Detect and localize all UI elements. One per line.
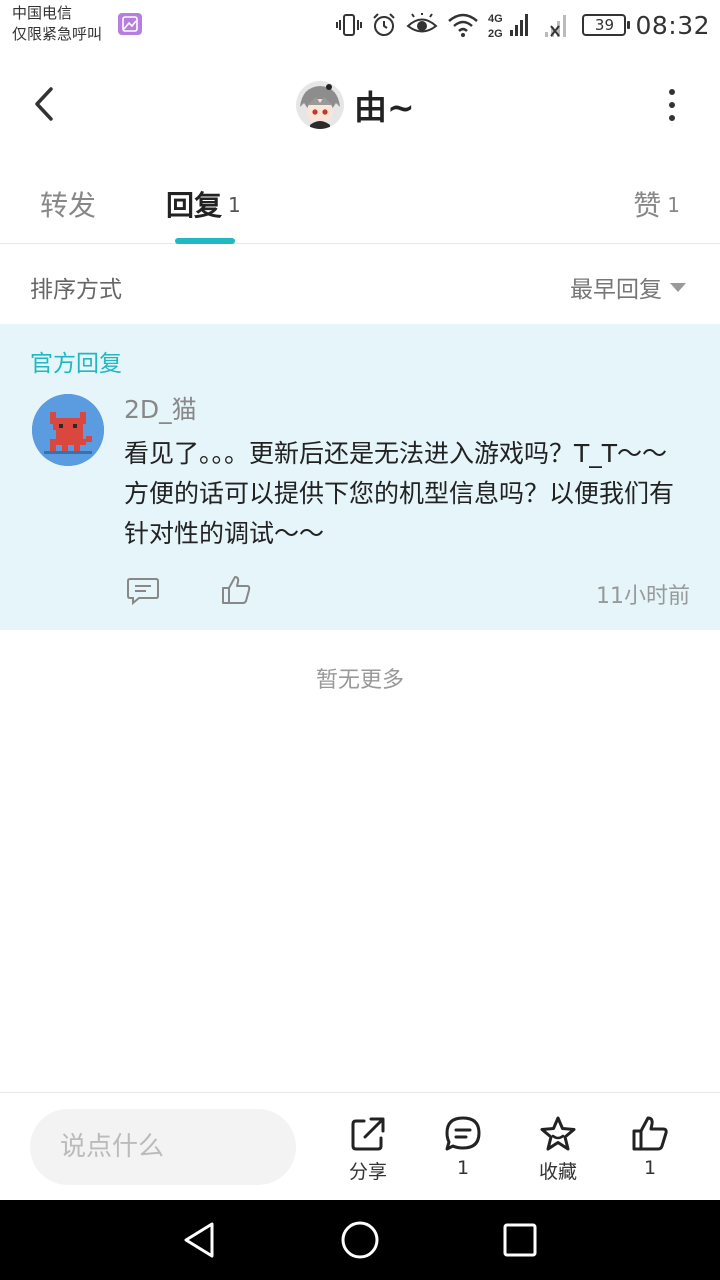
like-button[interactable]: 1 — [615, 1115, 685, 1179]
sort-dropdown[interactable]: 最早回复 — [570, 270, 686, 304]
reply-content: 看见了。。。更新后还是无法进入游戏吗？T_T～～方便的话可以提供下您的机型信息吗… — [124, 439, 675, 548]
page-header: 由~ — [0, 58, 720, 150]
tab-reply-count: 1 — [228, 193, 241, 217]
reply-comment-button[interactable] — [126, 576, 160, 606]
reply-page: 中国电信 仅限紧急呼叫 4G 2G 39 08:32 由~ 转发 回复 1 赞 … — [0, 0, 720, 1280]
alarm-icon — [373, 13, 396, 36]
more-dot-icon — [669, 115, 675, 121]
bottom-action-bar: 说点什么 分享 1 收藏 1 — [0, 1092, 720, 1200]
status-time: 08:32 — [635, 10, 710, 40]
status-bar: 中国电信 仅限紧急呼叫 4G 2G 39 08:32 — [0, 0, 720, 50]
more-options-button[interactable] — [660, 84, 684, 126]
anime-avatar-icon — [296, 81, 344, 129]
reply-like-button[interactable] — [220, 574, 252, 606]
sort-label: 排序方式 — [30, 277, 122, 303]
sort-row: 排序方式 最早回复 — [0, 244, 720, 324]
nav-recent-apps-icon[interactable] — [500, 1220, 540, 1260]
share-button[interactable]: 分享 — [333, 1115, 403, 1184]
network-top-label: 4G — [488, 13, 503, 25]
carrier-name: 中国电信 — [12, 4, 73, 22]
carrier-status: 仅限紧急呼叫 — [12, 25, 103, 43]
tab-like-count: 1 — [667, 193, 680, 217]
carrier-info: 中国电信 仅限紧急呼叫 — [12, 3, 102, 45]
comment-count: 1 — [456, 1157, 470, 1179]
more-dot-icon — [669, 89, 675, 95]
signal-no-service-icon — [545, 15, 567, 37]
eye-comfort-icon — [406, 13, 438, 33]
reply-timestamp: 11小时前 — [596, 584, 690, 609]
reply-author-avatar[interactable] — [32, 394, 104, 466]
wifi-icon — [448, 13, 479, 37]
tab-reply[interactable]: 回复 1 — [166, 184, 241, 224]
page-title: 由~ — [354, 88, 415, 127]
nav-back-icon[interactable] — [180, 1220, 220, 1260]
post-author[interactable]: 由~ — [296, 80, 415, 130]
sort-value: 最早回复 — [570, 277, 662, 303]
thumbs-up-icon — [632, 1116, 668, 1151]
battery-indicator: 39 — [582, 14, 631, 36]
share-icon — [351, 1117, 385, 1151]
official-reply-card: 官方回复 2D_猫 看见了。。。更新后还是无法进入游戏吗？T_T～～方便的话可以… — [0, 324, 720, 630]
favorite-button[interactable]: 收藏 — [523, 1115, 593, 1184]
tab-forward-label: 转发 — [40, 189, 97, 222]
pixel-cat-avatar-icon — [32, 394, 104, 466]
tab-reply-label: 回复 — [166, 189, 223, 222]
more-dot-icon — [669, 102, 675, 108]
tab-like-label: 赞 — [633, 189, 662, 222]
nav-home-icon[interactable] — [340, 1220, 380, 1260]
status-icons: 4G 2G 39 08:32 — [336, 8, 710, 42]
author-avatar[interactable] — [296, 81, 344, 129]
comment-button[interactable]: 1 — [428, 1115, 498, 1179]
list-end-label: 暂无更多 — [315, 668, 404, 693]
gallery-notification-icon — [118, 13, 142, 35]
network-bottom-label: 2G — [488, 28, 503, 40]
reply-author-name[interactable]: 2D_猫 — [124, 390, 197, 426]
system-nav-bar — [0, 1200, 720, 1280]
official-reply-label: 官方回复 — [30, 351, 122, 377]
tab-forward[interactable]: 转发 — [40, 184, 96, 224]
comment-icon — [127, 578, 159, 606]
favorite-label: 收藏 — [538, 1161, 577, 1183]
vibrate-icon — [336, 14, 363, 36]
caret-down-icon — [670, 282, 686, 292]
tab-like[interactable]: 赞1 — [633, 184, 680, 224]
share-label: 分享 — [348, 1161, 387, 1183]
comment-bubble-icon — [445, 1116, 481, 1151]
comment-input[interactable]: 说点什么 — [30, 1109, 296, 1185]
tab-bar: 转发 回复 1 赞1 — [0, 160, 720, 244]
signal-4g-icon: 4G 2G — [488, 13, 529, 40]
like-count: 1 — [643, 1157, 657, 1179]
thumbs-up-icon — [222, 576, 251, 604]
chevron-left-icon — [35, 87, 53, 121]
back-button[interactable] — [22, 80, 66, 128]
star-icon — [540, 1116, 576, 1151]
